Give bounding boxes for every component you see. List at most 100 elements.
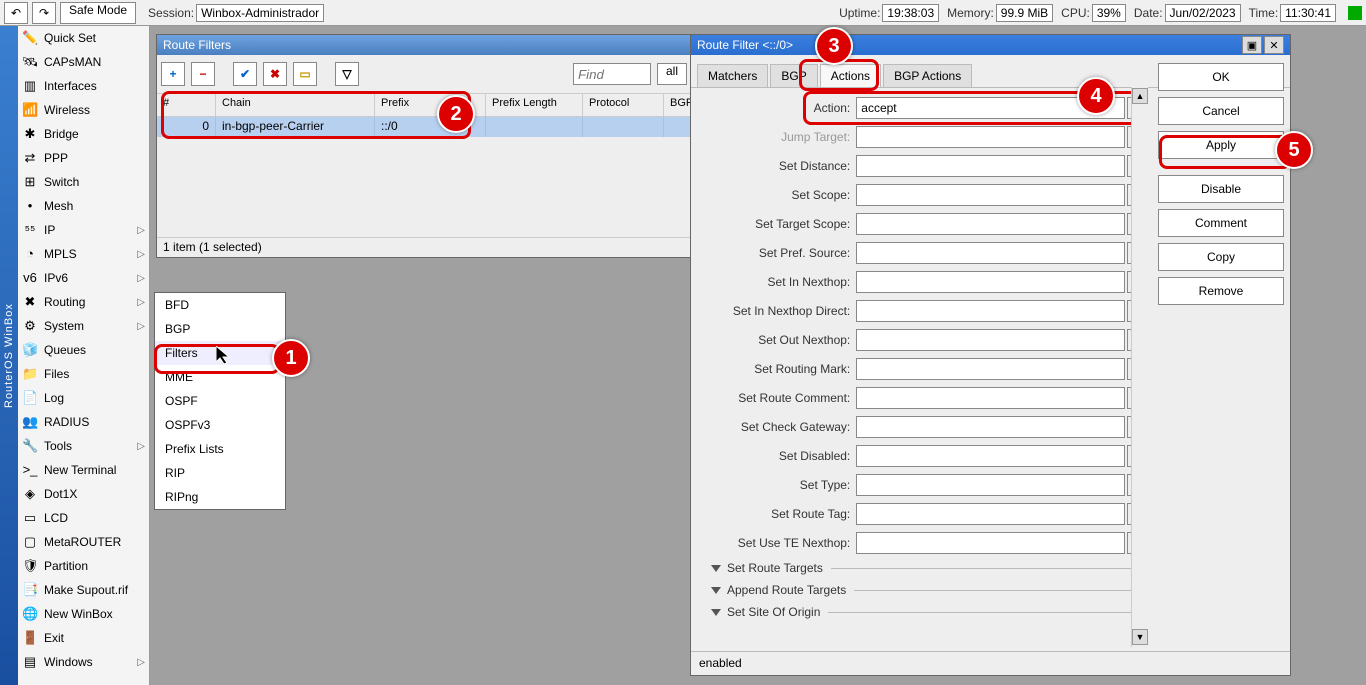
enable-button[interactable]: ✔ [233,62,257,86]
field-input[interactable] [856,445,1125,467]
submenu-item-rip[interactable]: RIP [155,461,285,485]
menu-item-files[interactable]: 📁Files [18,362,149,386]
field-label: Set Pref. Source: [691,246,856,260]
field-input[interactable] [856,532,1125,554]
menu-item-ipv6[interactable]: v6IPv6▷ [18,266,149,290]
dialog-scrollbar[interactable]: ▲ ▼ [1131,87,1148,647]
scroll-down-icon[interactable]: ▼ [1132,629,1148,645]
menu-item-lcd[interactable]: ▭LCD [18,506,149,530]
section-setsiteoforigin[interactable]: Set Site Of Origin [691,601,1145,623]
menu-item-newwinbox[interactable]: 🌐New WinBox [18,602,149,626]
section-setroutetargets[interactable]: Set Route Targets [691,557,1145,579]
menu-item-quickset[interactable]: ✏️Quick Set [18,26,149,50]
copy-button[interactable]: Copy [1158,243,1284,271]
col-protocol[interactable]: Protocol [583,94,664,116]
scroll-up-icon[interactable]: ▲ [1132,88,1148,104]
submenu-item-prefixlists[interactable]: Prefix Lists [155,437,285,461]
remove-button[interactable]: Remove [1158,277,1284,305]
field-input[interactable] [856,213,1125,235]
remove-button[interactable]: − [191,62,215,86]
tab-matchers[interactable]: Matchers [697,64,768,87]
field-input[interactable] [856,358,1125,380]
menu-item-makesupoutrif[interactable]: 📑Make Supout.rif [18,578,149,602]
col-bgp-as[interactable]: BGP AS F [664,94,691,116]
menu-item-mesh[interactable]: •Mesh [18,194,149,218]
menu-icon: 🧊 [22,342,38,358]
annotation-badge-4: 4 [1077,77,1115,115]
field-input[interactable] [856,329,1125,351]
menu-item-partition[interactable]: 🛡Partition [18,554,149,578]
menu-item-ip[interactable]: ⁵⁵IP▷ [18,218,149,242]
menu-icon: 📄 [22,390,38,406]
field-label: Set Check Gateway: [691,420,856,434]
field-input[interactable] [856,126,1125,148]
menu-item-interfaces[interactable]: ▥Interfaces [18,74,149,98]
field-input[interactable] [856,416,1125,438]
field-input[interactable] [856,271,1125,293]
submenu-item-ripng[interactable]: RIPng [155,485,285,509]
col-prefix-length[interactable]: Prefix Length [486,94,583,116]
disable-button[interactable]: ✖ [263,62,287,86]
submenu-item-bfd[interactable]: BFD [155,293,285,317]
cancel-button[interactable]: Cancel [1158,97,1284,125]
section-appendroutetargets[interactable]: Append Route Targets [691,579,1145,601]
menu-label: Tools [44,439,72,453]
memory-label: Memory: [947,6,994,20]
filter-button[interactable]: ▽ [335,62,359,86]
field-input[interactable] [856,300,1125,322]
menu-icon: v6 [22,270,38,286]
menu-label: Log [44,391,64,405]
menu-item-ppp[interactable]: ⇄PPP [18,146,149,170]
redo-button[interactable]: ↷ [32,2,56,24]
menu-label: Bridge [44,127,79,141]
find-input[interactable] [573,63,651,85]
field-input[interactable] [856,474,1125,496]
filter-scope-dropdown[interactable]: all [657,63,687,85]
menu-item-queues[interactable]: 🧊Queues [18,338,149,362]
submenu-arrow-icon: ▷ [137,225,145,236]
menu-label: System [44,319,84,333]
field-label: Jump Target: [691,130,856,144]
menu-icon: 🛡 [22,558,38,574]
submenu-item-ospf[interactable]: OSPF [155,389,285,413]
comment-button[interactable]: Comment [1158,209,1284,237]
field-input[interactable] [856,184,1125,206]
submenu-item-ospfv3[interactable]: OSPFv3 [155,413,285,437]
add-button[interactable]: + [161,62,185,86]
disable-button[interactable]: Disable [1158,175,1284,203]
menu-item-tools[interactable]: 🔧Tools▷ [18,434,149,458]
field-input[interactable] [856,503,1125,525]
annotation-badge-5: 5 [1275,131,1313,169]
submenu-item-bgp[interactable]: BGP [155,317,285,341]
menu-item-capsman[interactable]: 🛰CAPsMAN [18,50,149,74]
menu-item-metarouter[interactable]: ▢MetaROUTER [18,530,149,554]
menu-item-switch[interactable]: ⊞Switch [18,170,149,194]
restore-button[interactable]: ▣ [1242,36,1262,54]
uptime-label: Uptime: [839,6,880,20]
field-input[interactable] [856,155,1125,177]
menu-item-log[interactable]: 📄 Log [18,386,149,410]
close-button[interactable]: ✕ [1264,36,1284,54]
menu-item-newterminal[interactable]: >_New Terminal [18,458,149,482]
menu-item-wireless[interactable]: 📶Wireless [18,98,149,122]
menu-item-dot1x[interactable]: ◈Dot1X [18,482,149,506]
menu-item-system[interactable]: ⚙System▷ [18,314,149,338]
menu-item-windows[interactable]: ▤Windows▷ [18,650,149,674]
field-label: Set Use TE Nexthop: [691,536,856,550]
annotation-badge-3: 3 [815,27,853,65]
ok-button[interactable]: OK [1158,63,1284,91]
menu-item-exit[interactable]: 🚪Exit [18,626,149,650]
tab-bgp-actions[interactable]: BGP Actions [883,64,972,87]
menu-label: New WinBox [44,607,113,621]
menu-item-mpls[interactable]: ◔MPLS▷ [18,242,149,266]
menu-item-radius[interactable]: 👥RADIUS [18,410,149,434]
comment-button[interactable]: ▭ [293,62,317,86]
menu-item-routing[interactable]: ✖Routing▷ [18,290,149,314]
menu-item-bridge[interactable]: ✱Bridge [18,122,149,146]
menu-label: MetaROUTER [44,535,121,549]
field-input[interactable] [856,242,1125,264]
undo-button[interactable]: ↶ [4,2,28,24]
field-input[interactable] [856,387,1125,409]
menu-label: PPP [44,151,68,165]
safe-mode-button[interactable]: Safe Mode [60,2,136,24]
